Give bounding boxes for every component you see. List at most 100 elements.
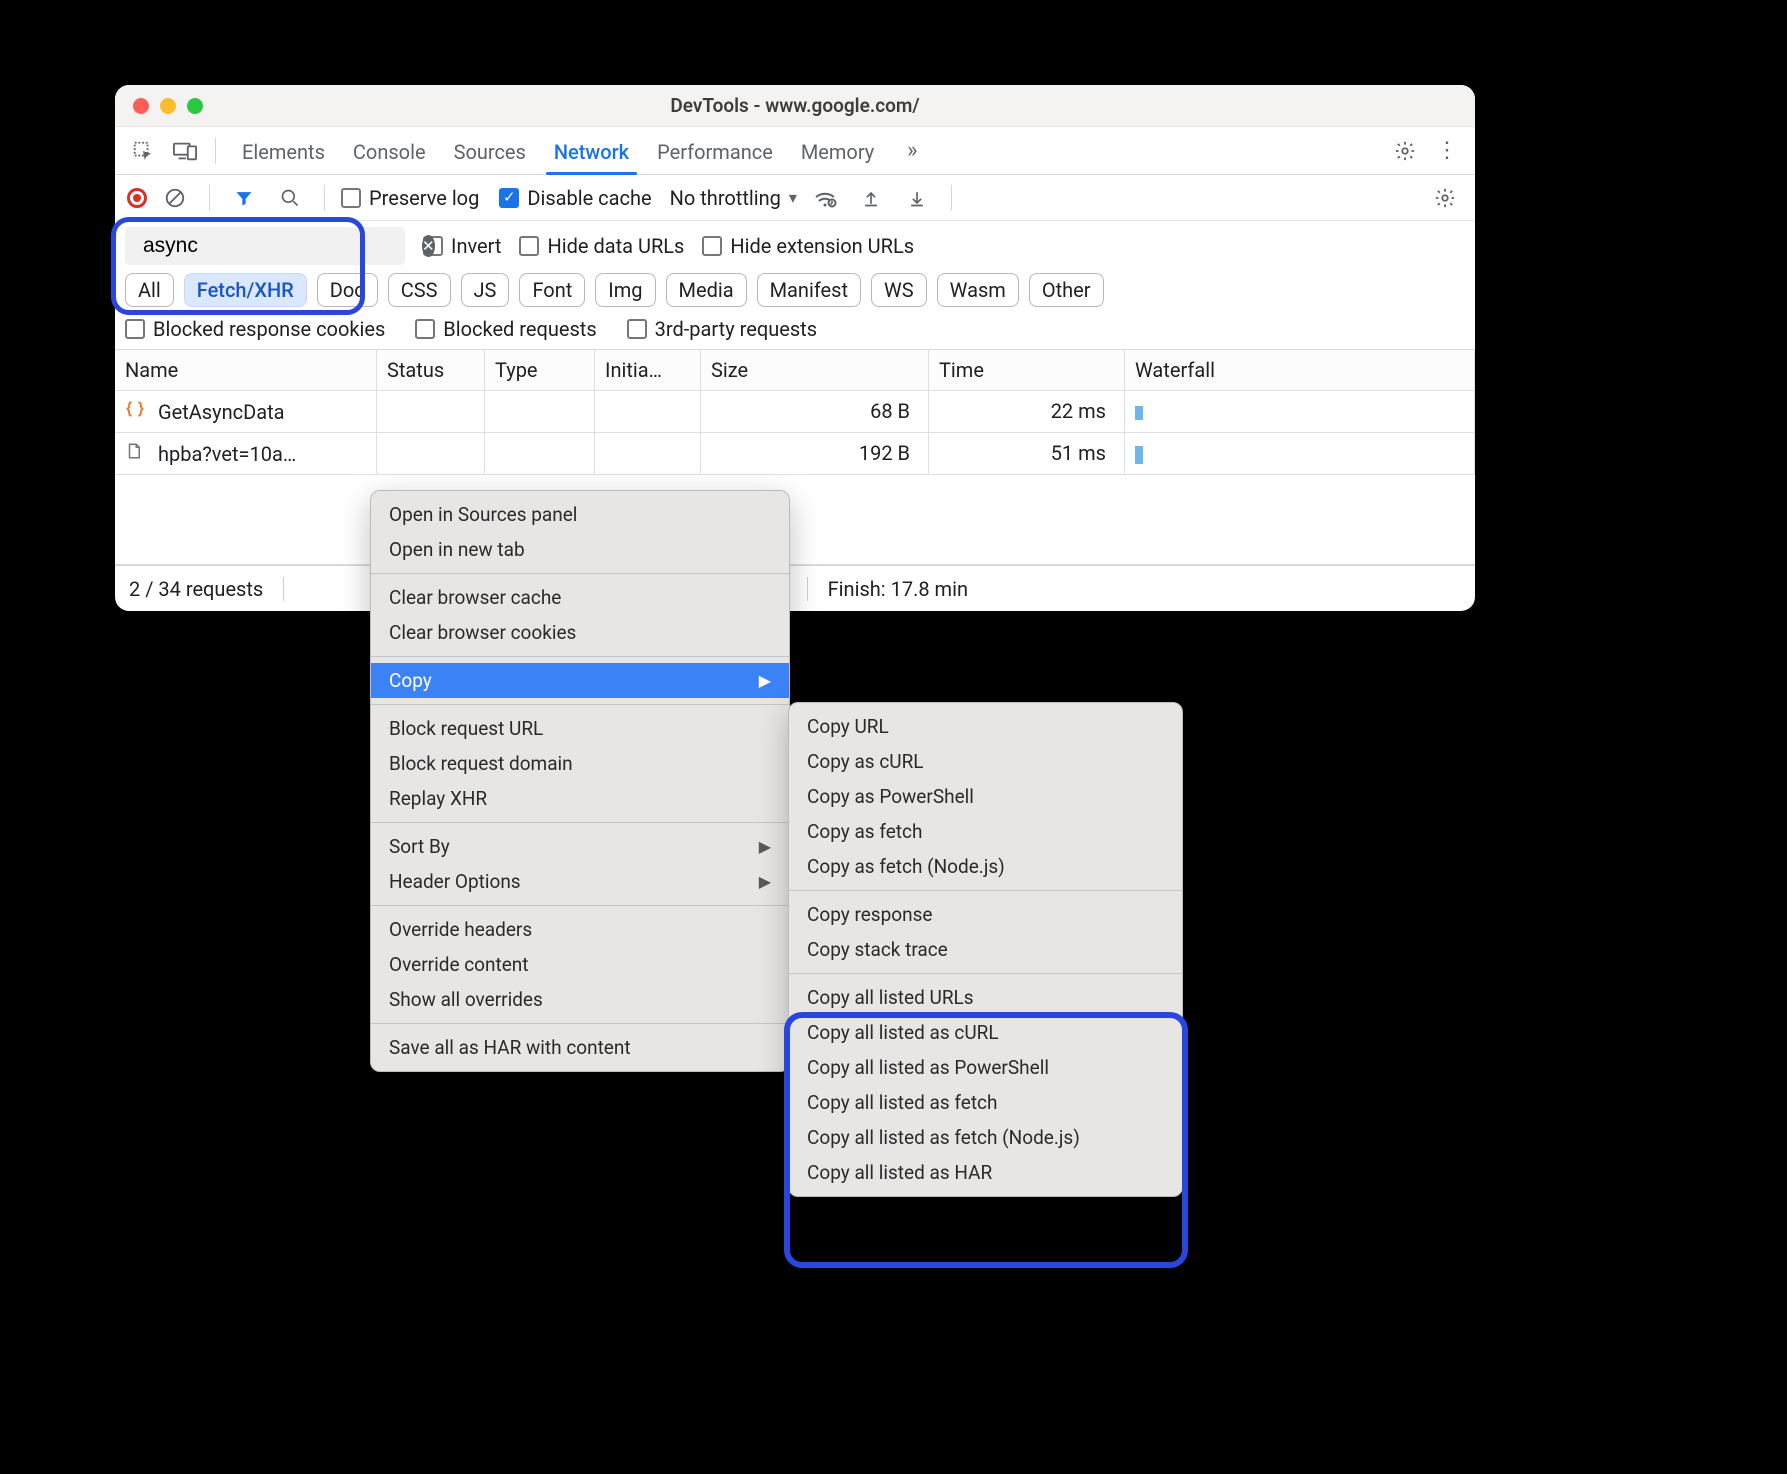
close-window-button[interactable] [133,98,149,114]
type-chip-all[interactable]: All [125,273,174,307]
more-tabs-icon[interactable]: » [894,133,930,169]
menu-item[interactable]: Sort By▶ [371,829,789,864]
column-header-status[interactable]: Status [377,350,485,391]
device-toolbar-icon[interactable] [167,133,203,169]
hide-data-urls-checkbox[interactable]: Hide data URLs [519,234,684,258]
type-chip-js[interactable]: JS [461,273,510,307]
menu-item[interactable]: Block request domain [371,746,789,781]
type-chip-wasm[interactable]: Wasm [937,273,1019,307]
type-chip-font[interactable]: Font [519,273,585,307]
clear-filter-icon[interactable]: ✕ [422,235,435,257]
menu-item[interactable]: Copy all listed as fetch [789,1085,1182,1120]
menu-item[interactable]: Show all overrides [371,982,789,1017]
tab-console[interactable]: Console [339,130,440,172]
column-header-initiator[interactable]: Initia… [595,350,701,391]
type-chip-manifest[interactable]: Manifest [757,273,861,307]
menu-item[interactable]: Copy all listed as PowerShell [789,1050,1182,1085]
filter-toggle-icon[interactable] [226,180,262,216]
menu-item-label: Copy all listed as cURL [807,1021,999,1044]
disable-cache-checkbox[interactable]: Disable cache [499,186,651,210]
menu-item[interactable]: Copy all listed as HAR [789,1155,1182,1190]
type-chip-other[interactable]: Other [1029,273,1104,307]
time-cell: 22 ms [929,391,1125,433]
network-conditions-icon[interactable] [807,180,843,216]
hide-extension-urls-checkbox[interactable]: Hide extension URLs [702,234,914,258]
column-header-time[interactable]: Time [929,350,1125,391]
menu-item[interactable]: Copy as cURL [789,744,1182,779]
menu-item[interactable]: Save all as HAR with content [371,1030,789,1065]
inspect-element-icon[interactable] [125,133,161,169]
tab-network[interactable]: Network [540,130,643,172]
request-name-cell[interactable]: hpba?vet=10a… [115,433,377,475]
zoom-window-button[interactable] [187,98,203,114]
type-chip-fetchxhr[interactable]: Fetch/XHR [184,273,307,307]
menu-item-label: Override headers [389,918,532,941]
column-header-size[interactable]: Size [701,350,929,391]
menu-item[interactable]: Open in new tab [371,532,789,567]
kebab-menu-icon[interactable]: ⋮ [1429,133,1465,169]
menu-item[interactable]: Copy as fetch (Node.js) [789,849,1182,884]
record-button[interactable] [127,188,147,208]
menu-item[interactable]: Copy response [789,897,1182,932]
throttling-value: No throttling [670,186,781,210]
menu-item[interactable]: Copy all listed as cURL [789,1015,1182,1050]
search-icon[interactable] [272,180,308,216]
menu-item[interactable]: Copy stack trace [789,932,1182,967]
status-bar: 2 / 34 requests 5 B / 2.4 MB resources F… [115,565,1475,611]
menu-item[interactable]: Override headers [371,912,789,947]
menu-item[interactable]: Copy all listed URLs [789,980,1182,1015]
tab-elements[interactable]: Elements [228,130,339,172]
menu-item[interactable]: Copy URL [789,709,1182,744]
menu-item-label: Copy [389,669,432,692]
menu-item[interactable]: Copy▶ [371,663,789,698]
menu-item-label: Override content [389,953,529,976]
settings-gear-icon[interactable] [1387,133,1423,169]
devtools-window: DevTools - www.google.com/ ElementsConso… [115,85,1475,611]
context-menu[interactable]: Open in Sources panelOpen in new tab Clea… [370,490,790,1072]
type-filter-chips: All Fetch/XHR Doc CSS JS Font Img Media Manifest… [125,273,1465,307]
status-cell [377,391,485,433]
third-party-requests-checkbox[interactable]: 3rd-party requests [627,317,817,341]
status-cell [377,433,485,475]
request-name-cell[interactable]: GetAsyncData [115,391,377,433]
type-chip-doc[interactable]: Doc [317,273,378,307]
tab-sources[interactable]: Sources [440,130,540,172]
menu-item[interactable]: Header Options▶ [371,864,789,899]
throttling-dropdown[interactable]: No throttling ▾ [670,186,797,210]
menu-item[interactable]: Copy as PowerShell [789,779,1182,814]
clear-log-icon[interactable] [157,180,193,216]
divider [324,185,325,211]
hide-data-urls-label: Hide data URLs [547,234,684,258]
column-header-waterfall[interactable]: Waterfall [1125,350,1475,391]
type-chip-img[interactable]: Img [595,273,655,307]
menu-item[interactable]: Block request URL [371,711,789,746]
menu-item-label: Save all as HAR with content [389,1036,631,1059]
menu-item[interactable]: Open in Sources panel [371,497,789,532]
column-header-type[interactable]: Type [485,350,595,391]
menu-item[interactable]: Copy all listed as fetch (Node.js) [789,1120,1182,1155]
type-cell [485,391,595,433]
blocked-response-cookies-checkbox[interactable]: Blocked response cookies [125,317,385,341]
filter-input[interactable]: ✕ [125,227,405,265]
upload-har-icon[interactable] [853,180,889,216]
divider [283,577,284,601]
filter-text-field[interactable] [143,234,414,258]
tab-performance[interactable]: Performance [643,130,787,172]
menu-item[interactable]: Override content [371,947,789,982]
column-header-name[interactable]: Name [115,350,377,391]
menu-item[interactable]: Clear browser cookies [371,615,789,650]
tab-memory[interactable]: Memory [787,130,888,172]
menu-item[interactable]: Replay XHR [371,781,789,816]
type-chip-ws[interactable]: WS [871,273,927,307]
type-chip-css[interactable]: CSS [388,273,451,307]
minimize-window-button[interactable] [160,98,176,114]
preserve-log-checkbox[interactable]: Preserve log [341,186,479,210]
blocked-requests-checkbox[interactable]: Blocked requests [415,317,596,341]
menu-item[interactable]: Clear browser cache [371,580,789,615]
invert-checkbox[interactable]: Invert [423,234,501,258]
type-chip-media[interactable]: Media [666,273,747,307]
menu-item[interactable]: Copy as fetch [789,814,1182,849]
download-har-icon[interactable] [899,180,935,216]
network-settings-gear-icon[interactable] [1427,180,1463,216]
copy-submenu[interactable]: Copy URLCopy as cURLCopy as PowerShellCo… [788,702,1183,1197]
